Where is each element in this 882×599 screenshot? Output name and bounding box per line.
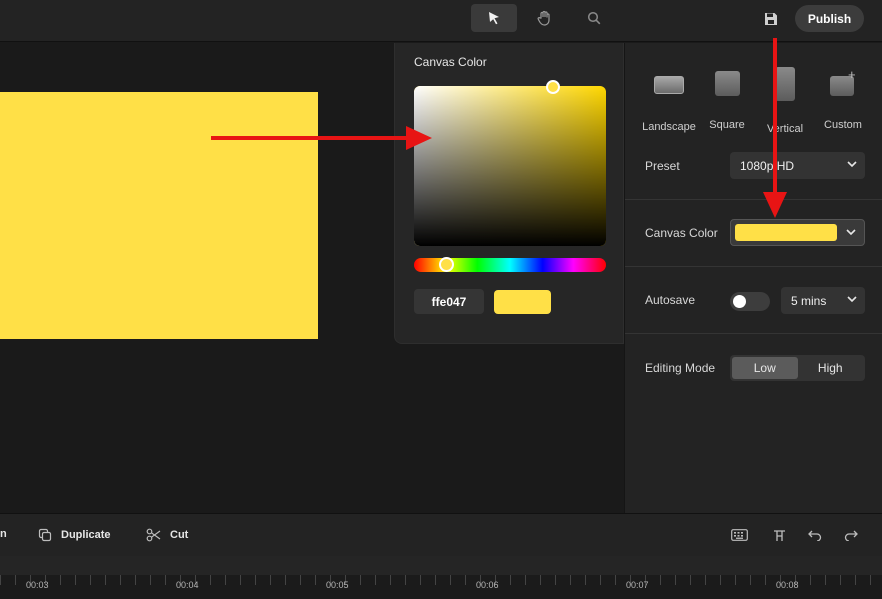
save-icon[interactable] [760, 8, 782, 30]
undo-icon[interactable] [806, 527, 824, 543]
duplicate-label: Duplicate [61, 529, 111, 541]
top-toolbar: Publish [0, 0, 882, 42]
cursor-icon [489, 12, 499, 25]
timeline-tick-label: 00:08 [776, 580, 799, 590]
canvas-preview[interactable] [0, 92, 318, 339]
orientation-landscape[interactable]: Landscape [639, 71, 699, 133]
vertical-icon [775, 67, 795, 101]
publish-button[interactable]: Publish [795, 5, 864, 32]
cut-button[interactable]: Cut [146, 528, 188, 542]
canvas-settings-panel: Landscape Square Vertical + Custom Prese… [624, 43, 882, 513]
autosave-interval-dropdown[interactable]: 5 mins [781, 287, 865, 314]
autosave-toggle[interactable] [730, 292, 770, 311]
chevron-down-icon [847, 296, 857, 303]
timeline-ruler [0, 556, 882, 575]
hand-icon [537, 10, 550, 26]
keyboard-icon[interactable] [730, 527, 748, 543]
editing-mode-toggle: Low High [730, 355, 865, 381]
orientation-label: Custom [824, 119, 862, 131]
scissors-icon [146, 528, 161, 542]
bottom-toolbar: n Duplicate Cut [0, 513, 882, 556]
cut-label: Cut [170, 529, 189, 541]
split-icon[interactable] [770, 527, 788, 543]
timeline-tick-label: 00:05 [326, 580, 349, 590]
landscape-icon [654, 76, 684, 94]
canvas-color-preview [735, 224, 837, 241]
orientation-label: Square [709, 119, 745, 131]
square-icon [714, 71, 740, 96]
timeline-tick-label: 00:04 [176, 580, 199, 590]
select-tool[interactable] [471, 4, 517, 32]
divider [625, 266, 882, 267]
duplicate-icon [38, 528, 52, 542]
divider [625, 333, 882, 334]
editing-mode-high[interactable]: High [798, 357, 864, 379]
search-icon [587, 11, 601, 25]
timeline[interactable]: 00:03 00:04 00:05 00:06 00:07 00:08 [0, 556, 882, 599]
editing-mode-label: Editing Mode [645, 361, 716, 375]
color-picker-popover: Canvas Color ffe047 [394, 43, 624, 344]
preset-label: Preset [645, 159, 680, 173]
saturation-value-area[interactable] [414, 86, 606, 246]
chevron-down-icon [846, 229, 856, 236]
preset-value: 1080p HD [740, 158, 795, 173]
clipped-action-label: n [0, 528, 7, 540]
pan-tool[interactable] [521, 4, 567, 32]
timeline-ticks [0, 575, 882, 585]
timeline-tick-label: 00:07 [626, 580, 649, 590]
preset-dropdown[interactable]: 1080p HD [730, 152, 865, 179]
orientation-square[interactable]: Square [697, 71, 757, 131]
orientation-label: Vertical [766, 123, 804, 135]
divider [625, 199, 882, 200]
tool-group [471, 4, 617, 32]
duplicate-button[interactable]: Duplicate [38, 528, 111, 542]
canvas-color-dropdown[interactable] [730, 219, 865, 246]
timeline-tick-label: 00:03 [26, 580, 49, 590]
timeline-tick-label: 00:06 [476, 580, 499, 590]
editing-mode-low[interactable]: Low [732, 357, 798, 379]
autosave-interval-value: 5 mins [791, 293, 827, 308]
clipped-action[interactable]: n [0, 528, 7, 540]
canvas-color-label: Canvas Color [645, 226, 718, 240]
orientation-label: Landscape [642, 121, 696, 133]
custom-plus-icon: + [830, 68, 856, 97]
zoom-tool[interactable] [571, 4, 617, 32]
toggle-knob [733, 295, 746, 308]
color-swatch [494, 290, 551, 314]
redo-icon[interactable] [842, 527, 860, 543]
hex-input[interactable]: ffe047 [414, 289, 484, 314]
chevron-down-icon [847, 161, 857, 168]
hue-slider-handle[interactable] [439, 257, 454, 272]
color-picker-title: Canvas Color [414, 55, 487, 69]
orientation-custom[interactable]: + Custom [813, 68, 873, 131]
orientation-vertical[interactable]: Vertical [755, 67, 815, 135]
saturation-value-handle[interactable] [546, 80, 560, 94]
autosave-label: Autosave [645, 293, 696, 307]
